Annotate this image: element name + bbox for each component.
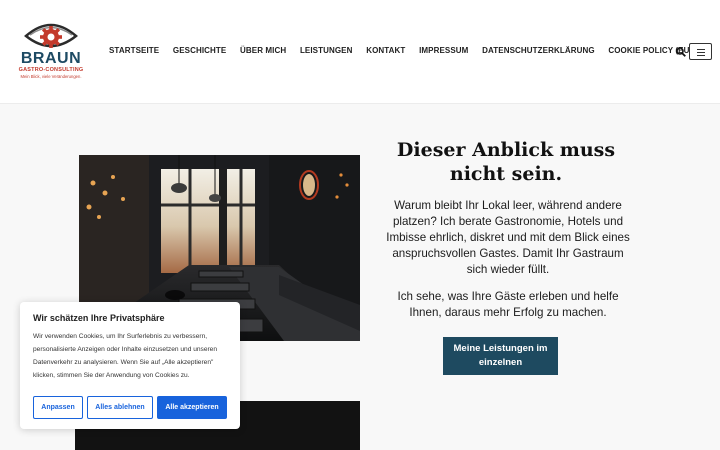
nav-item-leistungen[interactable]: LEISTUNGEN bbox=[300, 46, 353, 55]
nav-item-datenschutz[interactable]: DATENSCHUTZERKLÄRUNG bbox=[482, 46, 595, 55]
nav-item-startseite[interactable]: STARTSEITE bbox=[109, 46, 159, 55]
hamburger-menu-icon bbox=[697, 48, 705, 50]
cookie-customize-button[interactable]: Anpassen bbox=[33, 396, 83, 419]
hamburger-menu-button[interactable] bbox=[689, 43, 712, 60]
services-cta-button[interactable]: Meine Leistungen im einzelnen bbox=[443, 337, 558, 375]
nav-item-ueber-mich[interactable]: ÜBER MICH bbox=[240, 46, 286, 55]
site-header: BRAUN GASTRO-CONSULTING Mein Blick, viel… bbox=[0, 0, 720, 104]
logo-tagline: Mein Blick, viele Veränderungen. bbox=[20, 74, 82, 79]
cookie-reject-button[interactable]: Alles ablehnen bbox=[87, 396, 153, 419]
logo-subtitle: GASTRO-CONSULTING bbox=[18, 67, 84, 73]
site-logo[interactable]: BRAUN GASTRO-CONSULTING Mein Blick, viel… bbox=[18, 20, 84, 80]
cookie-accept-button[interactable]: Alle akzeptieren bbox=[157, 396, 227, 419]
cookie-title: Wir schätzen Ihre Privatsphäre bbox=[33, 313, 165, 323]
search-icon[interactable] bbox=[676, 47, 686, 57]
hero-paragraph-2: Ich sehe, was Ihre Gäste erleben und hel… bbox=[397, 290, 619, 319]
hero-headline: Dieser Anblick muss nicht sein. bbox=[396, 139, 616, 185]
main-nav: STARTSEITE GESCHICHTE ÜBER MICH LEISTUNG… bbox=[109, 46, 706, 55]
cookie-description: Wir verwenden Cookies, um Ihr Surferlebn… bbox=[33, 333, 218, 379]
nav-item-impressum[interactable]: IMPRESSUM bbox=[419, 46, 468, 55]
logo-wordmark: BRAUN bbox=[20, 50, 82, 67]
logo-eye-gear-icon bbox=[24, 23, 78, 48]
nav-item-geschichte[interactable]: GESCHICHTE bbox=[173, 46, 226, 55]
cookie-consent-dialog: Wir schätzen Ihre Privatsphäre Wir verwe… bbox=[20, 302, 240, 429]
hero-paragraph-1: Warum bleibt Ihr Lokal leer, während and… bbox=[386, 199, 630, 276]
nav-item-kontakt[interactable]: KONTAKT bbox=[366, 46, 405, 55]
